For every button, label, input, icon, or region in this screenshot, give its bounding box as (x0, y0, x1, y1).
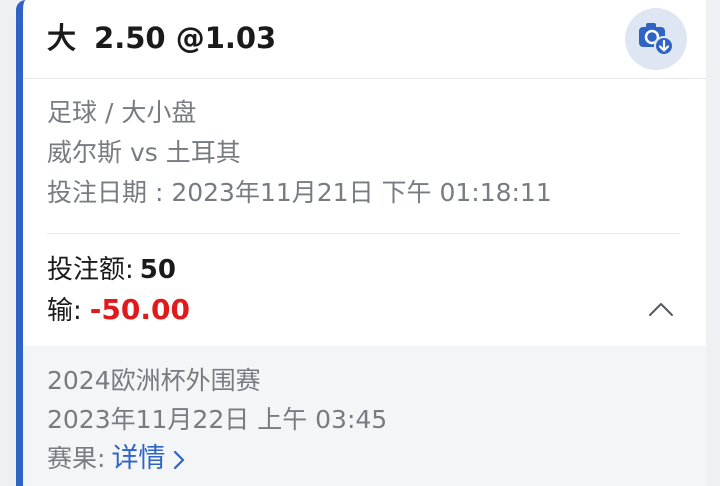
result-value: -50.00 (89, 293, 190, 326)
stake-row: 投注额: 50 (47, 252, 176, 288)
score-label: 赛果: (47, 444, 106, 473)
league-name: 2024欧洲杯外围赛 (47, 366, 261, 395)
score-row: 赛果: 详情 (47, 442, 187, 476)
chevron-right-icon (174, 450, 185, 469)
details-link[interactable]: 详情 (111, 443, 187, 474)
bet-odds: @1.03 (175, 21, 277, 55)
collapse-button[interactable] (643, 296, 679, 324)
bet-date: 投注日期 : 2023年11月21日 下午 01:18:11 (47, 178, 552, 207)
camera-download-icon (639, 23, 674, 56)
stake-value: 50 (139, 255, 176, 285)
result-row: 输: -50.00 (47, 292, 190, 329)
bet-header: 大 2.50 @1.03 (23, 0, 706, 79)
bet-title: 大 2.50 @1.03 (47, 18, 276, 58)
bet-card: 大 2.50 @1.03 足球 / 大小盘 威尔斯 vs 土耳其 投注日期 : 2… (16, 0, 706, 486)
event-time: 2023年11月22日 上午 03:45 (47, 405, 388, 434)
stake-label: 投注额: (47, 255, 134, 285)
details-link-label: 详情 (111, 443, 166, 474)
download-snapshot-button[interactable] (625, 8, 687, 70)
chevron-up-icon (649, 303, 673, 316)
bet-selection: 大 (47, 21, 77, 55)
result-label: 输: (47, 296, 82, 326)
match-name: 威尔斯 vs 土耳其 (47, 138, 241, 167)
event-detail-panel: 2024欧洲杯外围赛 2023年11月22日 上午 03:45 赛果: 详情 (23, 346, 706, 486)
bet-line: 2.50 (94, 21, 166, 55)
sport-market: 足球 / 大小盘 (47, 98, 197, 127)
bet-info: 足球 / 大小盘 威尔斯 vs 土耳其 投注日期 : 2023年11月21日 下… (47, 78, 679, 234)
